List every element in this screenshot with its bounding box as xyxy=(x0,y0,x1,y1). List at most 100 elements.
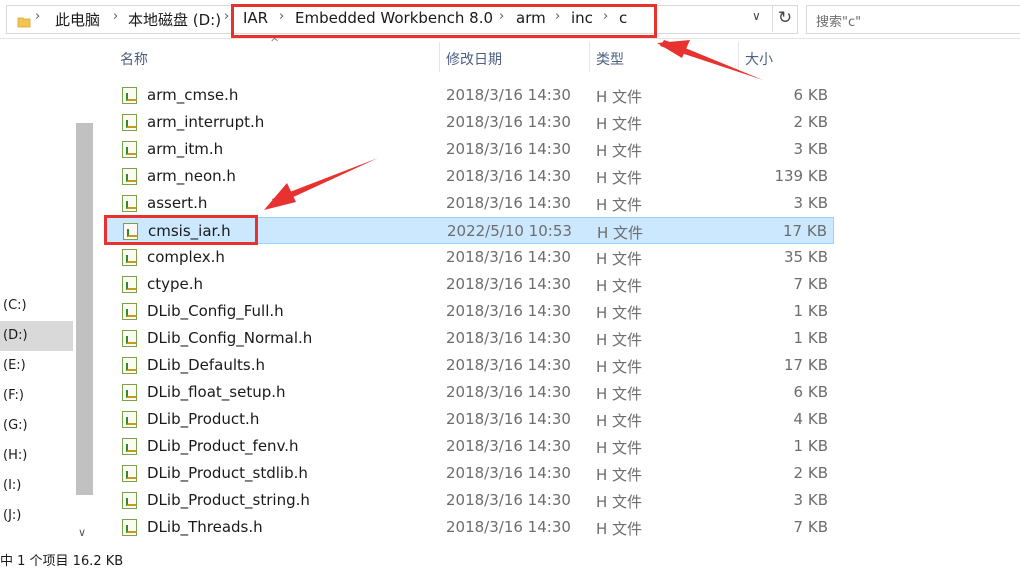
column-header-name[interactable]: 名称 xyxy=(120,49,148,69)
file-name: DLib_Product_fenv.h xyxy=(147,437,299,455)
file-type: H 文件 xyxy=(596,115,643,133)
file-row[interactable]: arm_itm.h 2018/3/16 14:30 H 文件 3 KB xyxy=(104,136,834,163)
file-type: H 文件 xyxy=(596,331,643,349)
file-type: H 文件 xyxy=(596,520,643,538)
file-row[interactable]: DLib_Config_Full.h 2018/3/16 14:30 H 文件 1 K… xyxy=(104,298,834,325)
file-type: H 文件 xyxy=(596,493,643,511)
h-file-icon xyxy=(122,384,137,401)
file-size: 17 KB xyxy=(783,222,827,240)
nav-drive-g[interactable]: (G:) xyxy=(3,418,28,433)
file-size: 3 KB xyxy=(793,491,828,509)
file-date: 2018/3/16 14:30 xyxy=(446,464,571,482)
file-type: H 文件 xyxy=(596,439,643,457)
file-row[interactable]: DLib_Config_Normal.h 2018/3/16 14:30 H 文件 1… xyxy=(104,325,834,352)
column-divider[interactable] xyxy=(738,42,739,72)
file-name: DLib_Product_string.h xyxy=(147,491,310,509)
column-header-size[interactable]: 大小 xyxy=(745,49,773,69)
file-date: 2018/3/16 14:30 xyxy=(446,356,571,374)
column-header-type[interactable]: 类型 xyxy=(596,49,624,69)
file-size: 2 KB xyxy=(793,464,828,482)
file-type: H 文件 xyxy=(596,358,643,376)
status-bar: 中 1 个项目 16.2 KB xyxy=(0,554,124,569)
h-file-icon xyxy=(122,357,137,374)
file-date: 2018/3/16 14:30 xyxy=(446,302,571,320)
h-file-icon xyxy=(122,141,137,158)
nav-drive-i[interactable]: (I:) xyxy=(3,478,21,493)
file-date: 2018/3/16 14:30 xyxy=(446,194,571,212)
file-row[interactable]: complex.h 2018/3/16 14:30 H 文件 35 KB xyxy=(104,244,834,271)
breadcrumb-this-pc[interactable]: 此电脑 xyxy=(55,9,100,30)
file-size: 1 KB xyxy=(793,302,828,320)
file-type: H 文件 xyxy=(596,304,643,322)
column-divider[interactable] xyxy=(439,42,440,72)
nav-drive-j[interactable]: (J:) xyxy=(3,508,21,523)
h-file-icon xyxy=(122,168,137,185)
h-file-icon xyxy=(122,303,137,320)
file-date: 2018/3/16 14:30 xyxy=(446,329,571,347)
nav-drive-d[interactable]: (D:) xyxy=(3,328,28,343)
file-type: H 文件 xyxy=(597,224,644,242)
nav-scrollbar-thumb[interactable] xyxy=(76,123,93,495)
file-row[interactable]: DLib_Defaults.h 2018/3/16 14:30 H 文件 17 KB xyxy=(104,352,834,379)
file-size: 7 KB xyxy=(793,518,828,536)
h-file-icon xyxy=(122,519,137,536)
file-name: ctype.h xyxy=(147,275,204,293)
search-input[interactable]: 搜索"c" xyxy=(806,5,1020,34)
file-name: DLib_Product_stdlib.h xyxy=(147,464,308,482)
file-row[interactable]: DLib_Product.h 2018/3/16 14:30 H 文件 4 KB xyxy=(104,406,834,433)
file-name: arm_interrupt.h xyxy=(147,113,265,131)
nav-drive-c[interactable]: (C:) xyxy=(3,298,27,313)
file-row[interactable]: arm_interrupt.h 2018/3/16 14:30 H 文件 2 KB xyxy=(104,109,834,136)
nav-drive-e[interactable]: (E:) xyxy=(3,358,26,373)
file-date: 2018/3/16 14:30 xyxy=(446,518,571,536)
file-name: DLib_float_setup.h xyxy=(147,383,286,401)
file-date: 2018/3/16 14:30 xyxy=(446,410,571,428)
file-type: H 文件 xyxy=(596,385,643,403)
file-row[interactable]: arm_neon.h 2018/3/16 14:30 H 文件 139 KB xyxy=(104,163,834,190)
file-date: 2018/3/16 14:30 xyxy=(446,275,571,293)
refresh-icon[interactable]: ↻ xyxy=(772,5,797,32)
file-name: DLib_Config_Normal.h xyxy=(147,329,313,347)
file-name: complex.h xyxy=(147,248,225,266)
file-row[interactable]: ctype.h 2018/3/16 14:30 H 文件 7 KB xyxy=(104,271,834,298)
file-date: 2018/3/16 14:30 xyxy=(446,248,571,266)
file-type: H 文件 xyxy=(596,250,643,268)
file-name: DLib_Config_Full.h xyxy=(147,302,284,320)
file-row[interactable]: assert.h 2018/3/16 14:30 H 文件 3 KB xyxy=(104,190,834,217)
h-file-icon xyxy=(122,276,137,293)
column-header-date[interactable]: 修改日期 xyxy=(446,49,502,69)
column-divider[interactable] xyxy=(589,42,590,72)
nav-drive-f[interactable]: (F:) xyxy=(3,388,24,403)
file-date: 2022/5/10 10:53 xyxy=(447,222,572,240)
chevron-right-icon: › xyxy=(224,9,230,24)
file-size: 3 KB xyxy=(793,140,828,158)
chevron-down-icon[interactable]: ∨ xyxy=(752,9,761,23)
file-row[interactable]: DLib_float_setup.h 2018/3/16 14:30 H 文件 6 K… xyxy=(104,379,834,406)
file-type: H 文件 xyxy=(596,412,643,430)
h-file-icon xyxy=(122,465,137,482)
file-name: DLib_Product.h xyxy=(147,410,260,428)
file-name: arm_cmse.h xyxy=(147,86,239,104)
h-file-icon xyxy=(122,411,137,428)
address-highlight-annotation xyxy=(231,4,657,38)
file-size: 2 KB xyxy=(793,113,828,131)
file-name: arm_neon.h xyxy=(147,167,236,185)
file-row[interactable]: DLib_Threads.h 2018/3/16 14:30 H 文件 7 KB xyxy=(104,514,834,541)
h-file-icon xyxy=(122,87,137,104)
scroll-down-icon[interactable]: ∨ xyxy=(78,526,86,539)
h-file-icon xyxy=(122,438,137,455)
h-file-icon xyxy=(122,492,137,509)
h-file-icon xyxy=(122,330,137,347)
search-placeholder: 搜索"c" xyxy=(816,15,862,30)
file-row[interactable]: arm_cmse.h 2018/3/16 14:30 H 文件 6 KB xyxy=(104,82,834,109)
file-row[interactable]: DLib_Product_string.h 2018/3/16 14:30 H 文件… xyxy=(104,487,834,514)
file-size: 1 KB xyxy=(793,329,828,347)
file-row[interactable]: DLib_Product_stdlib.h 2018/3/16 14:30 H 文件… xyxy=(104,460,834,487)
file-type: H 文件 xyxy=(596,142,643,160)
breadcrumb-drive-d[interactable]: 本地磁盘 (D:) xyxy=(128,9,221,30)
file-date: 2018/3/16 14:30 xyxy=(446,86,571,104)
file-type: H 文件 xyxy=(596,277,643,295)
nav-drive-h[interactable]: (H:) xyxy=(3,448,27,463)
file-row[interactable]: DLib_Product_fenv.h 2018/3/16 14:30 H 文件 1 … xyxy=(104,433,834,460)
file-size: 35 KB xyxy=(784,248,828,266)
